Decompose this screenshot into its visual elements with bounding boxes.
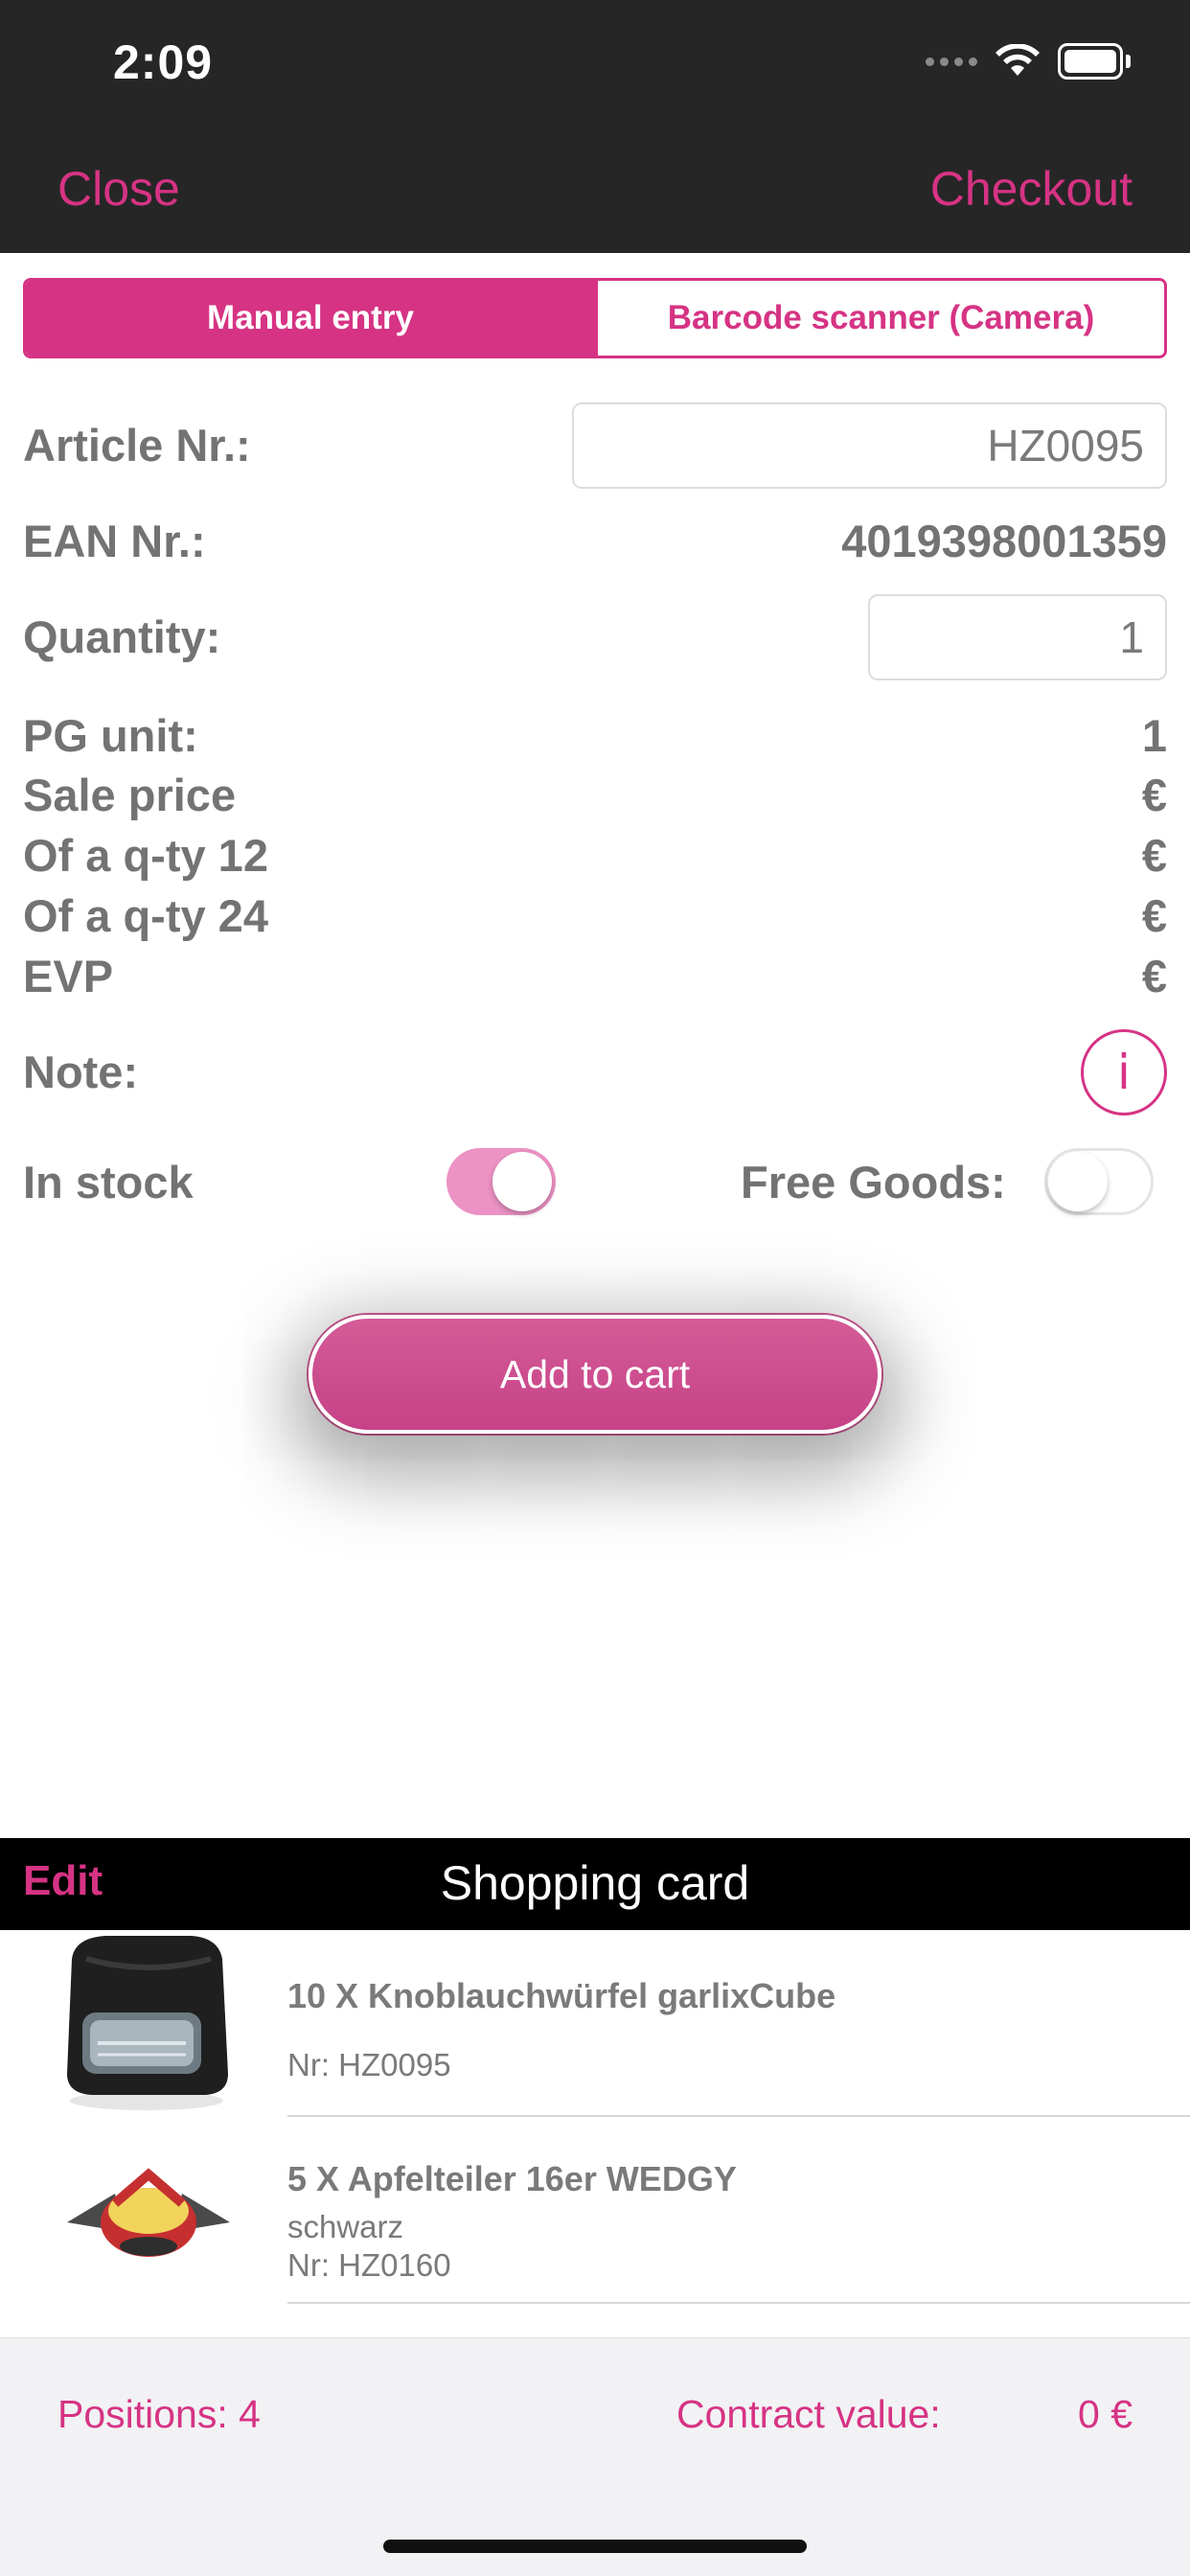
cart-summary-footer: Positions: 4 Contract value: 0 € bbox=[0, 2337, 1190, 2576]
home-indicator[interactable] bbox=[383, 2540, 807, 2553]
qty-12-price-value: € bbox=[1141, 830, 1167, 881]
sale-price-value: € bbox=[1141, 770, 1167, 820]
in-stock-label: In stock bbox=[23, 1157, 194, 1208]
evp-label: EVP bbox=[23, 951, 114, 1001]
edit-button[interactable]: Edit bbox=[23, 1857, 103, 1905]
ean-number-label: EAN Nr.: bbox=[23, 516, 206, 566]
article-number-input[interactable]: HZ0095 bbox=[572, 402, 1167, 489]
top-bar: 2:09 Close Checkout bbox=[0, 0, 1190, 253]
tab-manual-entry[interactable]: Manual entry bbox=[26, 281, 595, 356]
quantity-input[interactable]: 1 bbox=[868, 594, 1167, 680]
close-button[interactable]: Close bbox=[57, 161, 180, 217]
list-item[interactable]: 10 X Knoblauchwürfel garlixCube Nr: HZ00… bbox=[0, 1930, 1190, 2117]
wifi-icon bbox=[995, 44, 1040, 76]
contract-value-amount: 0 € bbox=[1078, 2392, 1133, 2436]
quantity-label: Quantity: bbox=[23, 611, 221, 662]
cart-item-number: Nr: HZ0095 bbox=[287, 2047, 451, 2082]
evp-value: € bbox=[1141, 951, 1167, 1001]
positions-count: Positions: 4 bbox=[57, 2392, 261, 2436]
garlic-cube-product-image bbox=[67, 1936, 228, 2110]
sale-price-label: Sale price bbox=[23, 770, 237, 820]
cart-item-variant: schwarz bbox=[287, 2209, 404, 2244]
entry-mode-segmented-control: Manual entry Barcode scanner (Camera) bbox=[23, 278, 1167, 358]
article-number-label: Article Nr.: bbox=[23, 420, 251, 471]
tab-barcode-scanner[interactable]: Barcode scanner (Camera) bbox=[595, 281, 1164, 356]
divider bbox=[287, 2302, 1190, 2304]
info-icon[interactable]: i bbox=[1081, 1029, 1167, 1116]
toggle-knob bbox=[492, 1152, 552, 1211]
in-stock-toggle[interactable] bbox=[446, 1148, 556, 1215]
status-icons bbox=[926, 42, 1131, 80]
qty-24-price-value: € bbox=[1141, 890, 1167, 941]
apple-slicer-product-image bbox=[67, 2168, 230, 2257]
cart-item-title: 5 X Apfelteiler 16er WEDGY bbox=[287, 2159, 737, 2198]
pg-unit-label: PG unit: bbox=[23, 710, 198, 761]
list-item[interactable]: 5 X Apfelteiler 16er WEDGY schwarz Nr: H… bbox=[0, 2117, 1190, 2304]
shopping-card-header: Shopping card Edit bbox=[0, 1838, 1190, 1930]
note-label: Note: bbox=[23, 1046, 139, 1097]
cart-item-number: Nr: HZ0160 bbox=[287, 2247, 451, 2283]
pg-unit-value: 1 bbox=[1141, 710, 1167, 761]
status-time: 2:09 bbox=[113, 35, 214, 89]
cellular-signal-icon bbox=[926, 57, 977, 66]
battery-icon bbox=[1058, 43, 1131, 80]
free-goods-toggle[interactable] bbox=[1044, 1148, 1154, 1215]
checkout-button[interactable]: Checkout bbox=[930, 161, 1133, 217]
contract-value-label: Contract value: bbox=[676, 2392, 941, 2436]
add-to-cart-button[interactable]: Add to cart bbox=[309, 1315, 881, 1434]
free-goods-label: Free Goods: bbox=[741, 1157, 1006, 1208]
qty-24-price-label: Of a q-ty 24 bbox=[23, 890, 268, 941]
shopping-card-title: Shopping card bbox=[440, 1856, 750, 1910]
ean-number-value: 4019398001359 bbox=[841, 516, 1167, 566]
toggle-knob bbox=[1048, 1152, 1108, 1211]
cart-list: 10 X Knoblauchwürfel garlixCube Nr: HZ00… bbox=[0, 1930, 1190, 2337]
qty-12-price-label: Of a q-ty 12 bbox=[23, 830, 268, 881]
cart-item-title: 10 X Knoblauchwürfel garlixCube bbox=[287, 1976, 836, 2015]
